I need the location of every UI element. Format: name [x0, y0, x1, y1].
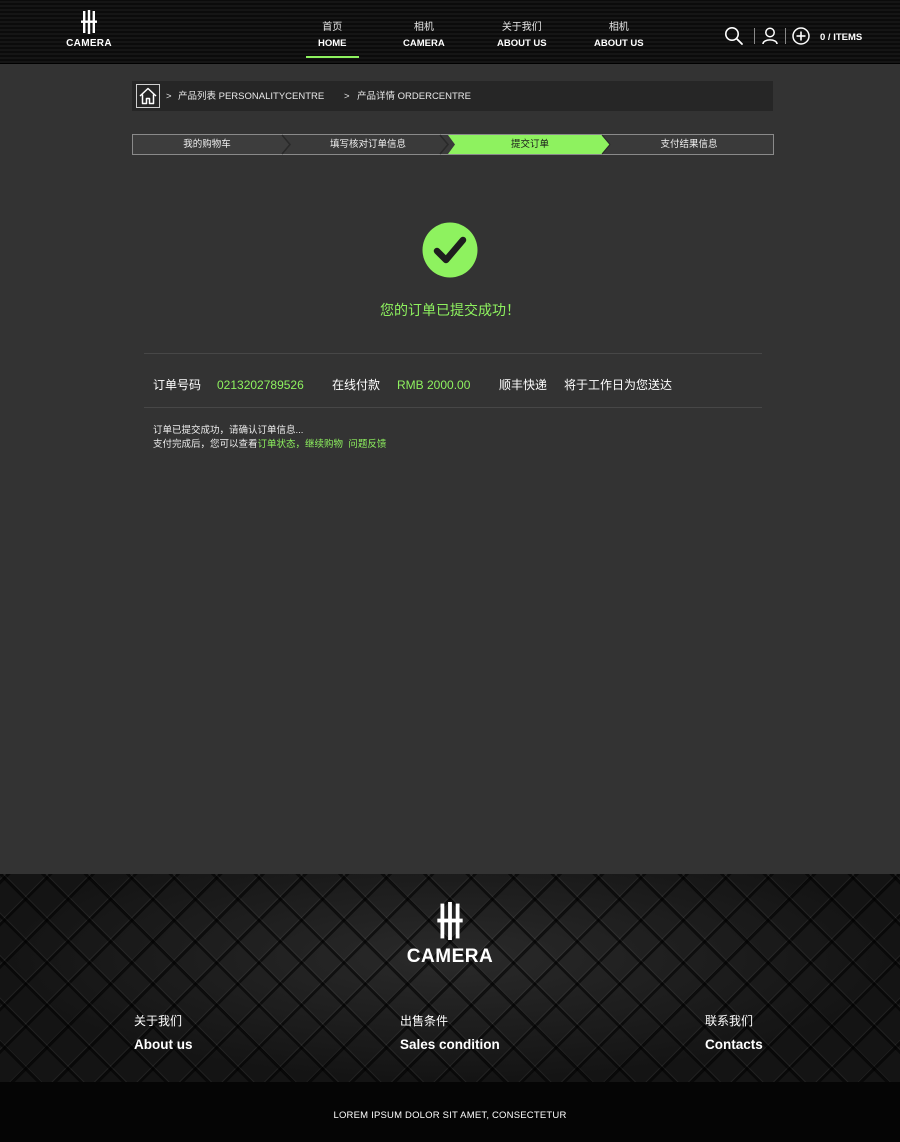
- divider: [144, 407, 762, 408]
- payment-method: 在线付款: [332, 378, 381, 392]
- feedback-link[interactable]: 问题反馈: [348, 439, 386, 450]
- user-icon[interactable]: [760, 26, 780, 46]
- nav-item-en-label: HOME: [318, 38, 347, 49]
- breadcrumb: > 产品列表 PERSONALITYCENTRE > 产品详情 ORDERCEN…: [132, 81, 773, 111]
- continue-shopping-link[interactable]: 继续购物: [305, 439, 343, 450]
- nav-item-cn-label: 相机: [608, 22, 629, 33]
- footer-link-cn: 关于我们: [134, 1014, 183, 1028]
- footer-link-contacts[interactable]: 联系我们 Contacts: [705, 1014, 763, 1053]
- footer-link-about[interactable]: 关于我们 About us: [134, 1014, 193, 1053]
- checkout-steps: 我的购物车 填写核对订单信息 提交订单 支付结果信息: [132, 134, 774, 155]
- footer-link-en: Contacts: [705, 1037, 763, 1052]
- nav-item-camera[interactable]: 相机 CAMERA: [403, 22, 445, 50]
- footer-logo[interactable]: CAMERA: [0, 902, 900, 968]
- nav-item-en-label: ABOUT US: [497, 38, 547, 49]
- copyright-text: LOREM IPSUM DOLOR SIT AMET, CONSECTETUR: [333, 1110, 567, 1121]
- breadcrumb-item-product-list[interactable]: 产品列表 PERSONALITYCENTRE: [178, 92, 324, 102]
- nav-item-about-us[interactable]: 关于我们 ABOUT US: [497, 22, 547, 50]
- footer-link-en: Sales condition: [400, 1037, 500, 1052]
- home-icon[interactable]: [136, 84, 160, 108]
- footer-link-en: About us: [134, 1037, 193, 1052]
- nav-item-cn-label: 关于我们: [501, 22, 542, 33]
- order-number: 0213202789526: [217, 378, 304, 392]
- nav-item-cn-label: 首页: [322, 22, 343, 33]
- header: CAMERA 首页 HOME 相机 CAMERA 关于我们 ABOUT US 相…: [0, 0, 900, 64]
- cart-items-count[interactable]: 0 / ITEMS: [820, 32, 862, 43]
- success-message: 您的订单已提交成功！: [380, 302, 520, 318]
- breadcrumb-separator: >: [344, 91, 350, 102]
- step-cart: 我的购物车: [183, 139, 231, 150]
- nav-item-en-label: ABOUT US: [594, 38, 644, 49]
- logo-mark-icon: [437, 902, 463, 940]
- order-amount: RMB 2000.00: [397, 378, 471, 392]
- order-status-link[interactable]: 订单状态，: [258, 439, 306, 450]
- breadcrumb-separator: >: [166, 91, 172, 102]
- step-payment-result: 支付结果信息: [660, 139, 718, 150]
- header-divider: [754, 28, 755, 44]
- footer-link-cn: 出售条件: [400, 1014, 449, 1028]
- nav-item-cn-label: 相机: [413, 22, 434, 33]
- footer: CAMERA 关于我们 About us 出售条件 Sales conditio…: [0, 874, 900, 1082]
- footer-link-cn: 联系我们: [705, 1014, 754, 1028]
- shipping-method: 顺丰快递: [499, 378, 548, 392]
- brand-logo[interactable]: CAMERA: [60, 10, 118, 56]
- divider: [144, 353, 762, 354]
- breadcrumb-item-product-detail[interactable]: 产品详情 ORDERCENTRE: [357, 92, 471, 102]
- brand-name: CAMERA: [66, 38, 112, 49]
- nav-item-home[interactable]: 首页 HOME: [306, 22, 358, 58]
- footer-link-sales-condition[interactable]: 出售条件 Sales condition: [400, 1014, 500, 1053]
- success-check-icon: [422, 222, 478, 278]
- notes-line-2-text: 支付完成后，您可以查看: [153, 439, 258, 450]
- header-divider: [785, 28, 786, 44]
- footer-brand-name: CAMERA: [406, 946, 494, 967]
- notes-line-1: 订单已提交成功，请确认订单信息...: [153, 425, 304, 436]
- order-number-label: 订单号码: [153, 378, 202, 392]
- delivery-note: 将于工作日为您送达: [564, 378, 673, 392]
- step-submit-order: 提交订单: [510, 139, 549, 150]
- notes-line-2: 支付完成后，您可以查看订单状态，继续购物 问题反馈: [153, 438, 386, 452]
- logo-mark-icon: [81, 10, 97, 34]
- order-notes: 订单已提交成功，请确认订单信息... 支付完成后，您可以查看订单状态，继续购物 …: [153, 424, 386, 452]
- nav-item-en-label: CAMERA: [403, 38, 445, 49]
- nav-item-about-us-2[interactable]: 相机 ABOUT US: [594, 22, 644, 50]
- step-fill-order-info: 填写核对订单信息: [329, 139, 406, 150]
- add-circle-icon[interactable]: [791, 26, 811, 46]
- search-icon[interactable]: [724, 26, 744, 46]
- order-summary: 订单号码 0213202789526 在线付款 RMB 2000.00 顺丰快递…: [0, 378, 900, 392]
- bottom-bar: LOREM IPSUM DOLOR SIT AMET, CONSECTETUR: [0, 1082, 900, 1142]
